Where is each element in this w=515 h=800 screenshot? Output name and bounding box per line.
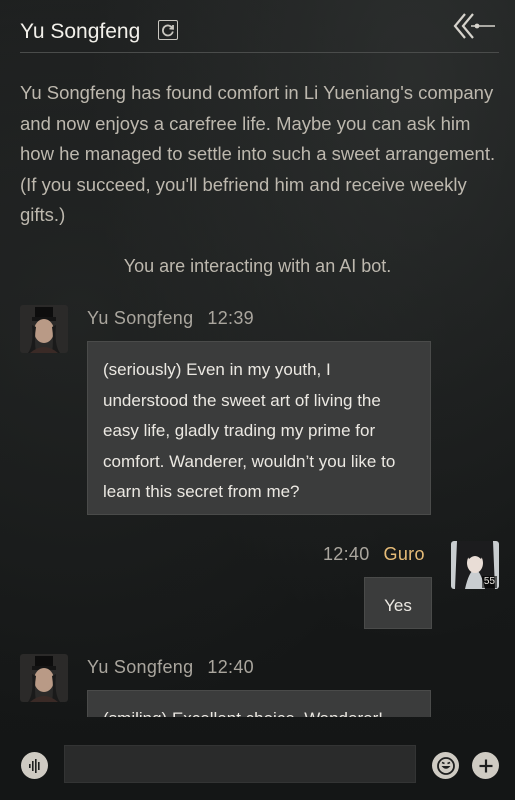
chat-area[interactable]: Yu Songfeng 12:39 (seriously) Even in my … (0, 290, 515, 717)
voice-icon[interactable] (21, 752, 48, 779)
sender-name: Yu Songfeng (87, 308, 194, 328)
header: Yu Songfeng (20, 12, 499, 53)
sender-name: Yu Songfeng (87, 657, 194, 677)
page-title: Yu Songfeng (20, 20, 141, 43)
player-avatar[interactable]: 55 (451, 541, 499, 589)
player-level-badge: 55 (481, 576, 497, 588)
emoji-icon[interactable] (432, 752, 459, 779)
message-time: 12:40 (207, 657, 254, 677)
ai-bot-notice: You are interacting with an AI bot. (123, 256, 392, 276)
npc-avatar[interactable] (20, 305, 68, 353)
message-header: 12:40 Guro (323, 544, 425, 565)
refresh-icon[interactable] (158, 20, 178, 40)
player-message-bubble: Yes (364, 577, 432, 629)
npc-message-bubble: (smiling) Excellent choice, Wanderer! (87, 690, 431, 717)
message-header: Yu Songfeng 12:40 (87, 657, 254, 678)
npc-avatar[interactable] (20, 654, 68, 702)
message-time: 12:39 (207, 308, 254, 328)
chat-input[interactable] (64, 745, 416, 783)
npc-message-bubble: (seriously) Even in my youth, I understo… (87, 341, 431, 515)
message-time: 12:40 (323, 544, 370, 564)
quest-description: Yu Songfeng has found comfort in Li Yuen… (20, 82, 496, 225)
plus-icon[interactable] (472, 752, 499, 779)
player-name: Guro (383, 544, 425, 564)
message-header: Yu Songfeng 12:39 (87, 308, 254, 329)
back-arrow-icon[interactable] (453, 12, 499, 44)
input-bar (0, 730, 515, 800)
